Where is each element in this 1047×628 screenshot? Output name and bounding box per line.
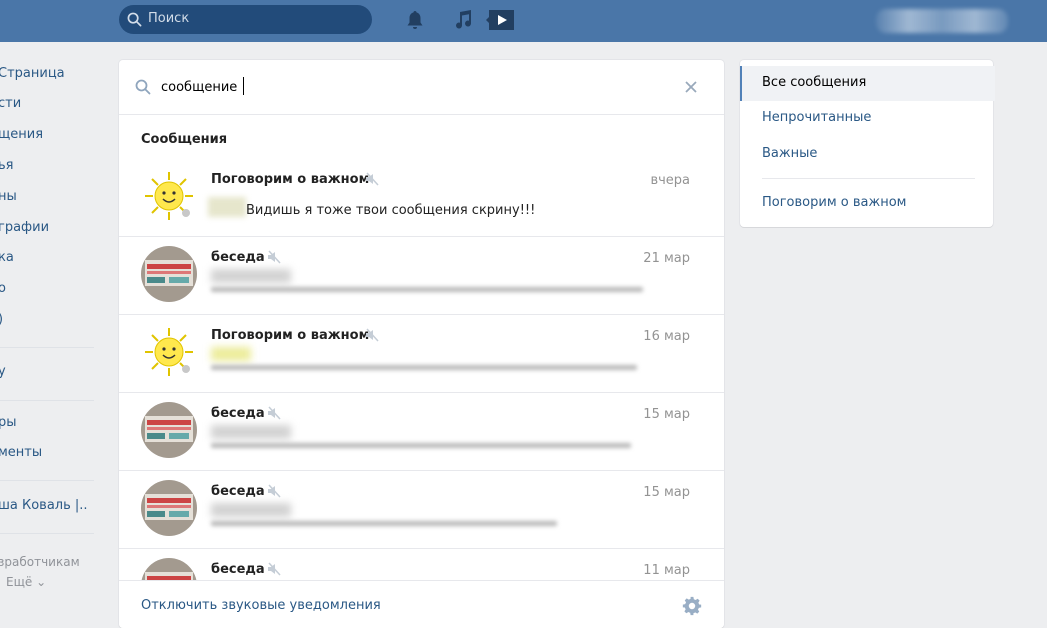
filter-all-messages[interactable]: Все сообщения <box>740 66 995 101</box>
conversation-row[interactable]: беседа 21 мар <box>119 236 724 315</box>
search-icon <box>135 79 151 95</box>
nav-item-music[interactable]: ка <box>0 250 14 265</box>
filter-folder[interactable]: Поговорим о важном <box>740 186 993 221</box>
nav-footer-developers[interactable]: зработчикам <box>0 555 80 569</box>
conversation-name: беседа <box>211 484 265 499</box>
muted-speaker-icon <box>268 250 281 264</box>
conversation-name: Поговорим о важном <box>211 328 370 343</box>
messages-footer: Отключить звуковые уведомления <box>119 580 724 628</box>
nav-item-documents[interactable]: менты <box>0 445 42 460</box>
filter-label: Непрочитанные <box>762 110 872 125</box>
filter-separator <box>762 178 975 179</box>
muted-speaker-icon <box>366 172 379 186</box>
blurred-message-text <box>211 287 643 292</box>
nav-separator <box>0 480 94 481</box>
nav-item-apps[interactable]: у <box>0 364 6 379</box>
nav-item-bookmark-user[interactable]: ша Коваль |.. <box>0 498 88 513</box>
nav-item-friends[interactable]: ья <box>0 158 13 173</box>
avatar-group-photo <box>141 402 197 458</box>
conversation-date: 21 мар <box>643 251 690 266</box>
conversation-row[interactable]: беседа 15 мар <box>119 392 724 471</box>
close-icon[interactable] <box>684 80 698 94</box>
search-placeholder: Поиск <box>148 11 190 26</box>
group-photo-icon <box>141 402 197 458</box>
group-photo-icon <box>141 246 197 302</box>
global-search-box[interactable]: Поиск <box>119 5 372 34</box>
conversation-name: беседа <box>211 406 265 421</box>
top-bar: Поиск <box>0 0 1047 42</box>
nav-item-video[interactable]: о <box>0 281 6 296</box>
conversation-date: 11 мар <box>643 563 690 578</box>
message-preview: Видишь я тоже твои сообщения скрину!!! <box>246 203 536 218</box>
blurred-sender <box>211 425 291 439</box>
nav-item-page[interactable]: Страница <box>0 66 65 81</box>
conversation-date: 16 мар <box>643 329 690 344</box>
disable-sound-notifications-link[interactable]: Отключить звуковые уведомления <box>141 598 381 613</box>
nav-separator <box>0 400 94 401</box>
sun-avatar-icon <box>141 168 197 224</box>
blurred-sender <box>211 503 291 517</box>
section-title: Сообщения <box>141 132 228 147</box>
sun-avatar-icon <box>141 324 197 380</box>
avatar-group-photo <box>141 480 197 536</box>
filter-important[interactable]: Важные <box>740 137 993 172</box>
nav-separator <box>0 533 94 534</box>
messages-panel: Сообщения Поговорим о важном вчера Видиш… <box>119 60 724 628</box>
filter-unread[interactable]: Непрочитанные <box>740 101 993 136</box>
avatar-group-photo <box>141 246 197 302</box>
conversation-row[interactable]: беседа 15 мар <box>119 470 724 549</box>
avatar-sun <box>141 168 197 224</box>
blurred-message-text <box>211 365 637 370</box>
muted-speaker-icon <box>268 484 281 498</box>
filters-panel: Все сообщения Непрочитанные Важные Погов… <box>740 60 995 227</box>
music-note-icon[interactable] <box>452 9 474 31</box>
conversation-row[interactable]: Поговорим о важном вчера Видишь я тоже т… <box>119 158 724 237</box>
filter-label: Все сообщения <box>762 75 867 90</box>
nav-item-games[interactable]: ) <box>0 312 3 327</box>
nav-separator <box>0 347 94 348</box>
muted-speaker-icon <box>366 328 379 342</box>
user-name-blurred[interactable] <box>876 9 1008 33</box>
video-play-icon[interactable] <box>486 8 516 32</box>
search-icon <box>127 12 142 27</box>
gear-icon[interactable] <box>681 595 703 617</box>
message-search-input[interactable] <box>161 76 661 98</box>
group-photo-icon <box>141 480 197 536</box>
conversation-date: вчера <box>650 173 690 188</box>
blurred-sender <box>211 269 291 283</box>
nav-footer-more[interactable]: Ещё ⌄ <box>6 575 46 589</box>
blurred-sender <box>211 347 251 361</box>
conversation-date: 15 мар <box>643 407 690 422</box>
bell-icon[interactable] <box>404 9 426 31</box>
filter-label: Важные <box>762 146 818 161</box>
blurred-message-text <box>211 521 557 526</box>
nav-item-communities[interactable]: ны <box>0 189 17 204</box>
sender-avatar-blurred <box>208 197 246 217</box>
nav-item-news[interactable]: сти <box>0 96 21 111</box>
conversation-row[interactable]: Поговорим о важном 16 мар <box>119 314 724 393</box>
blurred-message-text <box>211 443 631 448</box>
filter-label: Поговорим о важном <box>762 195 907 210</box>
nav-item-photos[interactable]: графии <box>0 220 49 235</box>
muted-speaker-icon <box>268 562 281 576</box>
avatar-sun <box>141 324 197 380</box>
conversation-name: беседа <box>211 562 265 577</box>
muted-speaker-icon <box>268 406 281 420</box>
conversation-name: беседа <box>211 250 265 265</box>
message-search-bar <box>119 60 724 115</box>
conversation-name: Поговорим о важном <box>211 172 370 187</box>
text-cursor <box>243 77 244 95</box>
nav-item-goods[interactable]: ры <box>0 415 17 430</box>
nav-item-messages[interactable]: щения <box>0 127 43 142</box>
conversation-date: 15 мар <box>643 485 690 500</box>
